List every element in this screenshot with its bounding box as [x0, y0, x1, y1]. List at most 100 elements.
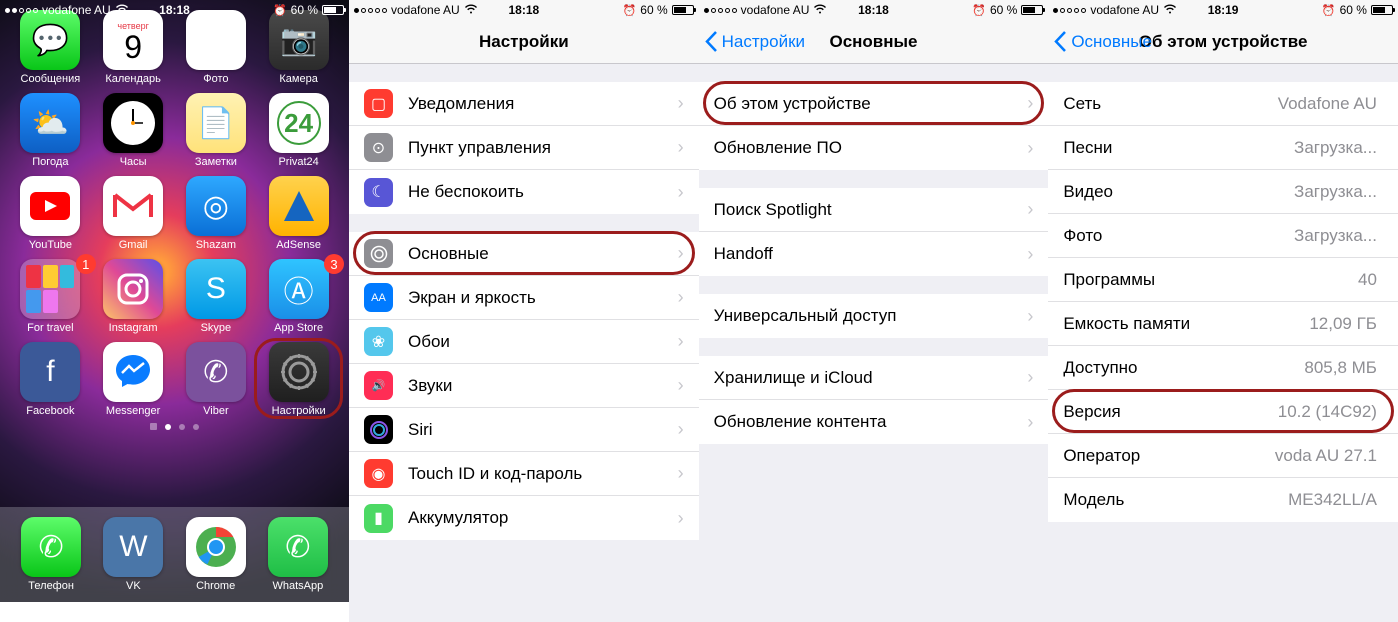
nav-title: Настройки	[479, 32, 569, 52]
home-screen: vodafone AU 18:18 ⏰60 % 💬Сообщениячетвер…	[0, 0, 349, 622]
row-Об этом устройстве[interactable]: Об этом устройстве›	[699, 82, 1049, 126]
signal-icon	[1053, 8, 1086, 13]
row-Siri[interactable]: Siri›	[349, 408, 699, 452]
alarm-icon: ⏰	[273, 4, 287, 17]
status-bar: vodafone AU 18:18 ⏰60 %	[0, 0, 349, 20]
row-value: 40	[1358, 270, 1377, 290]
dock-app-VK[interactable]: WVK	[103, 517, 163, 592]
row-value: 12,09 ГБ	[1309, 314, 1377, 334]
row-Универсальный доступ[interactable]: Универсальный доступ›	[699, 294, 1049, 338]
back-button[interactable]: Настройки	[705, 31, 805, 52]
row-Не беспокоить[interactable]: ☾Не беспокоить›	[349, 170, 699, 214]
row-label: Звуки	[408, 376, 678, 396]
app-label: Часы	[120, 156, 147, 168]
about-screen: vodafone AU 18:19 ⏰60 % Основные Об этом…	[1048, 0, 1398, 622]
row-value: Загрузка...	[1294, 138, 1377, 158]
app-Skype[interactable]: SSkype	[176, 259, 257, 334]
row-icon: ◉	[364, 459, 393, 488]
row-Оператор: Операторvoda AU 27.1	[1048, 434, 1398, 478]
app-label: Viber	[203, 405, 228, 417]
row-Аккумулятор[interactable]: ▮Аккумулятор›	[349, 496, 699, 540]
row-label: Обновление контента	[714, 412, 1028, 432]
status-bar: vodafone AU 18:19 ⏰60 %	[1048, 0, 1398, 20]
page-dots[interactable]	[0, 423, 349, 430]
signal-icon	[704, 8, 737, 13]
app-Instagram[interactable]: Instagram	[93, 259, 174, 334]
chevron-icon: ›	[1027, 244, 1033, 265]
app-label: Сообщения	[21, 73, 81, 85]
row-label: Пункт управления	[408, 138, 678, 158]
app-Gmail[interactable]: Gmail	[93, 176, 174, 251]
alarm-icon: ⏰	[623, 4, 637, 17]
app-label: Телефон	[28, 580, 74, 592]
row-Хранилище и iCloud[interactable]: Хранилище и iCloud›	[699, 356, 1049, 400]
row-Экран и яркость[interactable]: AAЭкран и яркость›	[349, 276, 699, 320]
battery-pct: 60 %	[1340, 3, 1367, 17]
row-Звуки[interactable]: 🔊Звуки›	[349, 364, 699, 408]
app-label: Messenger	[106, 405, 160, 417]
app-Facebook[interactable]: fFacebook	[10, 342, 91, 417]
clock: 18:18	[858, 3, 889, 17]
app-Заметки[interactable]: 📄Заметки	[176, 93, 257, 168]
chevron-icon: ›	[678, 287, 684, 308]
row-label: Универсальный доступ	[714, 306, 1028, 326]
row-Touch ID и код-пароль[interactable]: ◉Touch ID и код-пароль›	[349, 452, 699, 496]
signal-icon	[5, 8, 38, 13]
app-AdSense[interactable]: AdSense	[258, 176, 339, 251]
row-Handoff[interactable]: Handoff›	[699, 232, 1049, 276]
row-value: Загрузка...	[1294, 226, 1377, 246]
row-value: ME342LL/A	[1288, 490, 1377, 510]
about-list[interactable]: СетьVodafone AUПесниЗагрузка...ВидеоЗагр…	[1048, 64, 1398, 622]
row-Уведомления[interactable]: ▢Уведомления›	[349, 82, 699, 126]
row-Основные[interactable]: Основные›	[349, 232, 699, 276]
row-Пункт управления[interactable]: ⊙Пункт управления›	[349, 126, 699, 170]
chevron-icon: ›	[1027, 412, 1033, 433]
dock-app-Chrome[interactable]: Chrome	[186, 517, 246, 592]
app-Shazam[interactable]: ◎Shazam	[176, 176, 257, 251]
app-Календарь[interactable]: четверг9Календарь	[93, 10, 174, 85]
row-Поиск Spotlight[interactable]: Поиск Spotlight›	[699, 188, 1049, 232]
row-label: Модель	[1063, 490, 1288, 510]
wifi-icon	[115, 4, 129, 17]
app-Камера[interactable]: 📷Камера	[258, 10, 339, 85]
row-Обои[interactable]: ❀Обои›	[349, 320, 699, 364]
row-Сеть: СетьVodafone AU	[1048, 82, 1398, 126]
dock-app-WhatsApp[interactable]: ✆WhatsApp	[268, 517, 328, 592]
chevron-icon: ›	[1027, 93, 1033, 114]
dock: ✆Телефон WVK Chrome ✆WhatsApp	[0, 507, 349, 602]
home-wallpaper: 💬Сообщениячетверг9Календарь❀Фото📷Камера ⛅…	[0, 0, 349, 602]
app-App Store[interactable]: Ⓐ3App Store	[258, 259, 339, 334]
app-Погода[interactable]: ⛅Погода	[10, 93, 91, 168]
app-Сообщения[interactable]: 💬Сообщения	[10, 10, 91, 85]
row-Обновление ПО[interactable]: Обновление ПО›	[699, 126, 1049, 170]
row-Обновление контента[interactable]: Обновление контента›	[699, 400, 1049, 444]
app-Часы[interactable]: Часы	[93, 93, 174, 168]
row-value: 10.2 (14C92)	[1278, 402, 1377, 422]
chevron-icon: ›	[1027, 138, 1033, 159]
chevron-icon: ›	[678, 182, 684, 203]
app-YouTube[interactable]: YouTube	[10, 176, 91, 251]
badge: 3	[324, 254, 344, 274]
app-Messenger[interactable]: Messenger	[93, 342, 174, 417]
app-Viber[interactable]: ✆Viber	[176, 342, 257, 417]
chevron-icon: ›	[678, 375, 684, 396]
app-Фото[interactable]: ❀Фото	[176, 10, 257, 85]
app-Privat24[interactable]: 24Privat24	[258, 93, 339, 168]
nav-header: Настройки	[349, 20, 699, 64]
row-label: Обновление ПО	[714, 138, 1028, 158]
dock-app-Телефон[interactable]: ✆Телефон	[21, 517, 81, 592]
carrier: vodafone AU	[391, 3, 460, 17]
battery-icon	[672, 5, 694, 15]
general-screen: vodafone AU 18:18 ⏰60 % Настройки Основн…	[699, 0, 1049, 622]
row-label: Экран и яркость	[408, 288, 678, 308]
row-value: voda AU 27.1	[1275, 446, 1377, 466]
signal-icon	[354, 8, 387, 13]
row-label: Siri	[408, 420, 678, 440]
back-button[interactable]: Основные	[1054, 31, 1152, 52]
settings-list[interactable]: ▢Уведомления›⊙Пункт управления›☾Не беспо…	[349, 64, 699, 622]
app-label: Skype	[201, 322, 232, 334]
app-Настройки[interactable]: Настройки	[258, 342, 339, 417]
app-For travel[interactable]: 1For travel	[10, 259, 91, 334]
general-list[interactable]: Об этом устройстве›Обновление ПО› Поиск …	[699, 64, 1049, 622]
chevron-icon: ›	[678, 331, 684, 352]
